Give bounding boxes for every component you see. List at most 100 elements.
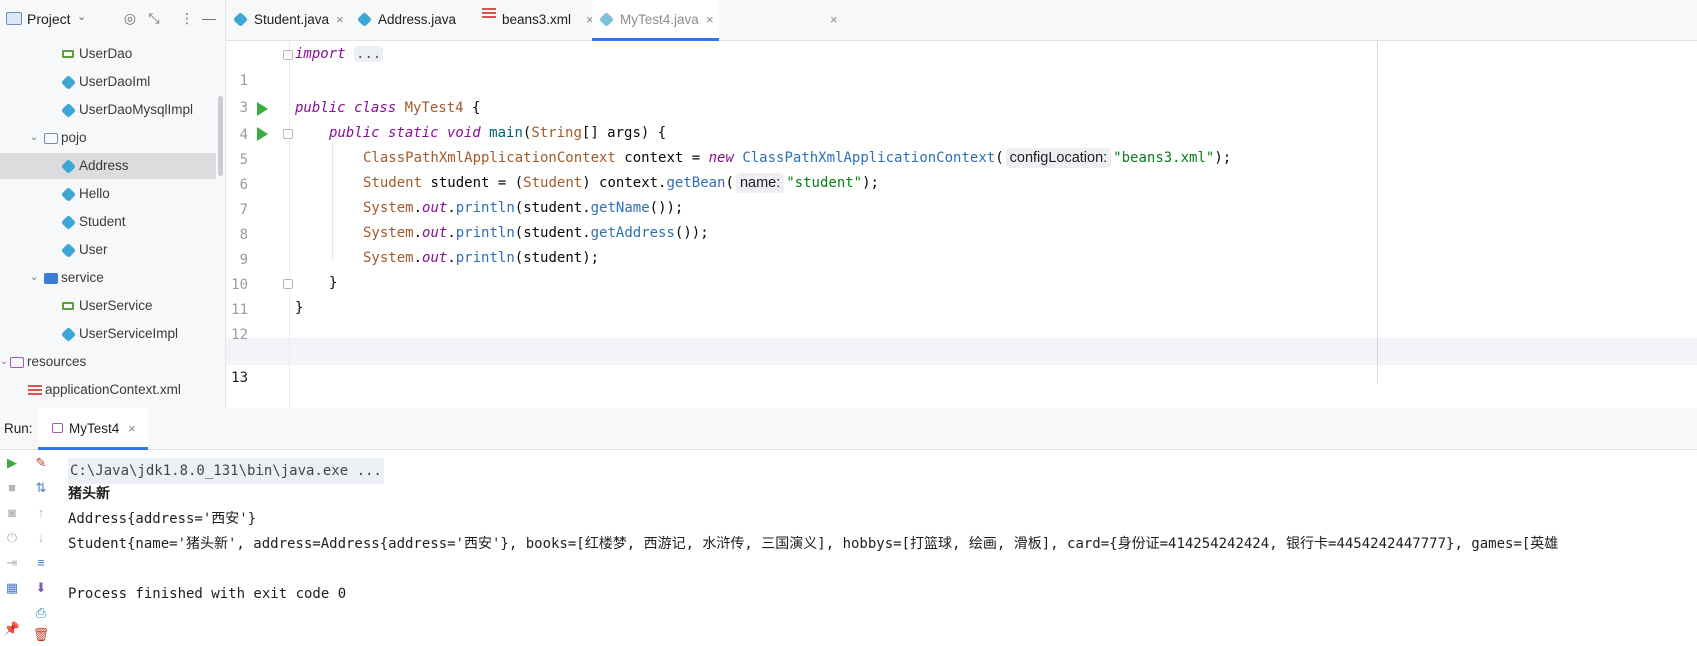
code-token: Student: [523, 175, 583, 191]
tree-item-userserviceimpl[interactable]: UserServiceImpl: [0, 321, 220, 347]
code-token: public class: [295, 100, 405, 116]
tab-student-java[interactable]: Student.java ×: [226, 0, 344, 41]
scroll-to-end-icon[interactable]: ⬇: [32, 579, 50, 597]
close-icon[interactable]: ×: [830, 0, 838, 39]
tree-item-userservice[interactable]: UserService: [0, 293, 220, 319]
code-token: .: [413, 225, 423, 241]
parameter-hint: configLocation:: [1005, 148, 1112, 168]
class-icon: [60, 74, 77, 91]
console-line: 猪头新: [68, 486, 110, 502]
tree-item-label: User: [79, 242, 108, 257]
class-icon: [60, 242, 77, 259]
class-icon: [60, 214, 77, 231]
more-options-icon[interactable]: ⋮: [178, 9, 196, 27]
code-token: out: [422, 225, 448, 241]
close-icon[interactable]: ×: [336, 0, 344, 39]
layout-icon[interactable]: ▦: [3, 579, 21, 597]
tree-item-label: UserDao: [79, 46, 133, 61]
close-icon[interactable]: ×: [706, 0, 714, 39]
folded-imports[interactable]: ...: [354, 46, 384, 62]
close-icon[interactable]: ×: [128, 421, 136, 436]
line-number: 13: [231, 370, 248, 386]
sidebar-header: Project ⌄ ◎ ⤡ ⋮ —: [0, 0, 225, 38]
code-token: ());: [674, 225, 709, 241]
tree-item-pojo[interactable]: ⌄ pojo: [0, 125, 220, 151]
console-exit-line: Process finished with exit code 0: [68, 586, 347, 602]
sidebar-scrollbar[interactable]: [218, 96, 223, 176]
code-token: );: [862, 175, 879, 191]
modify-config-icon[interactable]: ✎: [32, 454, 50, 472]
stop-icon[interactable]: ■: [3, 479, 21, 497]
fold-icon[interactable]: [283, 129, 293, 139]
code-line-11: 11 }: [226, 270, 1697, 318]
chevron-down-icon[interactable]: ⌄: [77, 10, 86, 23]
run-gutter-icon[interactable]: [257, 102, 268, 116]
down-arrow-icon[interactable]: ↓: [32, 529, 50, 547]
tab-mytest4-java[interactable]: MyTest4.java ×: [592, 0, 719, 41]
project-icon: [6, 12, 22, 25]
package-folder-icon: [44, 273, 58, 284]
plug-icon[interactable]: ⏻: [3, 529, 21, 547]
tree-item-label: Student: [79, 214, 126, 229]
tab-label: beans3.xml: [502, 12, 572, 27]
code-token: context =: [615, 150, 709, 166]
collapse-all-icon[interactable]: ⤡: [145, 9, 163, 27]
run-gutter-icon[interactable]: [257, 127, 268, 141]
soft-wrap-icon[interactable]: ≡: [32, 554, 50, 572]
code-token: Student: [363, 175, 423, 191]
code-editor[interactable]: 1 import ... 3 4 public class MyTest4 { …: [226, 41, 1697, 408]
code-line-7: 7 Student student = (Student) context.ge…: [226, 170, 1697, 218]
code-token: public static void: [329, 125, 490, 141]
code-token: );: [1214, 150, 1232, 166]
java-main-icon: [598, 11, 615, 28]
code-line-13: 13: [226, 338, 1697, 386]
tree-item-hello[interactable]: Hello: [0, 181, 220, 207]
chevron-down-icon[interactable]: ⌄: [0, 349, 8, 375]
delete-icon[interactable]: 🗑: [32, 626, 50, 644]
code-token: "student": [786, 175, 863, 191]
tree-item-student[interactable]: Student: [0, 209, 220, 235]
code-token: out: [422, 250, 448, 266]
pin-icon[interactable]: 📌: [3, 620, 21, 638]
tab-beans3-xml[interactable]: beans3.xml ×: [474, 0, 838, 41]
folder-icon: [44, 133, 58, 144]
tree-item-label: UserDaoMysqlImpl: [79, 102, 194, 117]
sidebar-title[interactable]: Project: [27, 11, 71, 27]
tab-run-mytest4[interactable]: MyTest4 ×: [38, 408, 148, 450]
print-icon[interactable]: ⎙: [32, 604, 50, 622]
minimize-icon[interactable]: —: [200, 9, 218, 27]
exit-icon[interactable]: ⇥: [3, 554, 21, 572]
up-arrow-icon[interactable]: ↑: [32, 504, 50, 522]
chevron-down-icon[interactable]: ⌄: [30, 265, 38, 291]
tab-address-java[interactable]: Address.java ×: [350, 0, 594, 41]
tree-item-address[interactable]: Address: [0, 153, 216, 179]
tree-item-label: pojo: [61, 130, 87, 145]
tree-item-userdaoiml[interactable]: UserDaoIml: [0, 69, 220, 95]
code-token: String: [531, 125, 582, 141]
code-token: ClassPathXmlApplicationContext: [742, 150, 996, 166]
tree-item-user[interactable]: User: [0, 237, 220, 263]
code-token: (student.: [514, 200, 591, 216]
run-label: Run:: [4, 421, 33, 436]
tree-item-applicationcontext[interactable]: applicationContext.xml: [0, 377, 220, 403]
xml-file-icon: [482, 8, 496, 20]
tree-item-userdao[interactable]: UserDao: [0, 41, 220, 67]
tree-item-userdaomysqlimpl[interactable]: UserDaoMysqlImpl: [0, 97, 220, 123]
console-output[interactable]: C:\Java\jdk1.8.0_131\bin\java.exe ... 猪头…: [68, 450, 1697, 646]
fold-icon[interactable]: [283, 279, 293, 289]
class-icon: [60, 186, 77, 203]
code-line-9: 9 System.out.println(student.getAddress(…: [226, 220, 1697, 268]
tree-item-service[interactable]: ⌄ service: [0, 265, 220, 291]
interface-icon: [62, 302, 74, 310]
sort-icon[interactable]: ⇅: [32, 479, 50, 497]
fold-icon[interactable]: [283, 50, 293, 60]
chevron-down-icon[interactable]: ⌄: [30, 125, 38, 151]
rerun-icon[interactable]: ▶: [3, 454, 21, 472]
code-token: .: [447, 250, 456, 266]
tree-item-resources[interactable]: ⌄ resources: [0, 349, 220, 375]
locate-icon[interactable]: ◎: [121, 9, 139, 27]
tab-label: MyTest4.java: [620, 12, 699, 27]
console-line: Student{name='猪头新', address=Address{addr…: [68, 536, 1559, 552]
code-line-12: 12 }: [226, 295, 1697, 343]
camera-icon[interactable]: ◙: [3, 504, 21, 522]
